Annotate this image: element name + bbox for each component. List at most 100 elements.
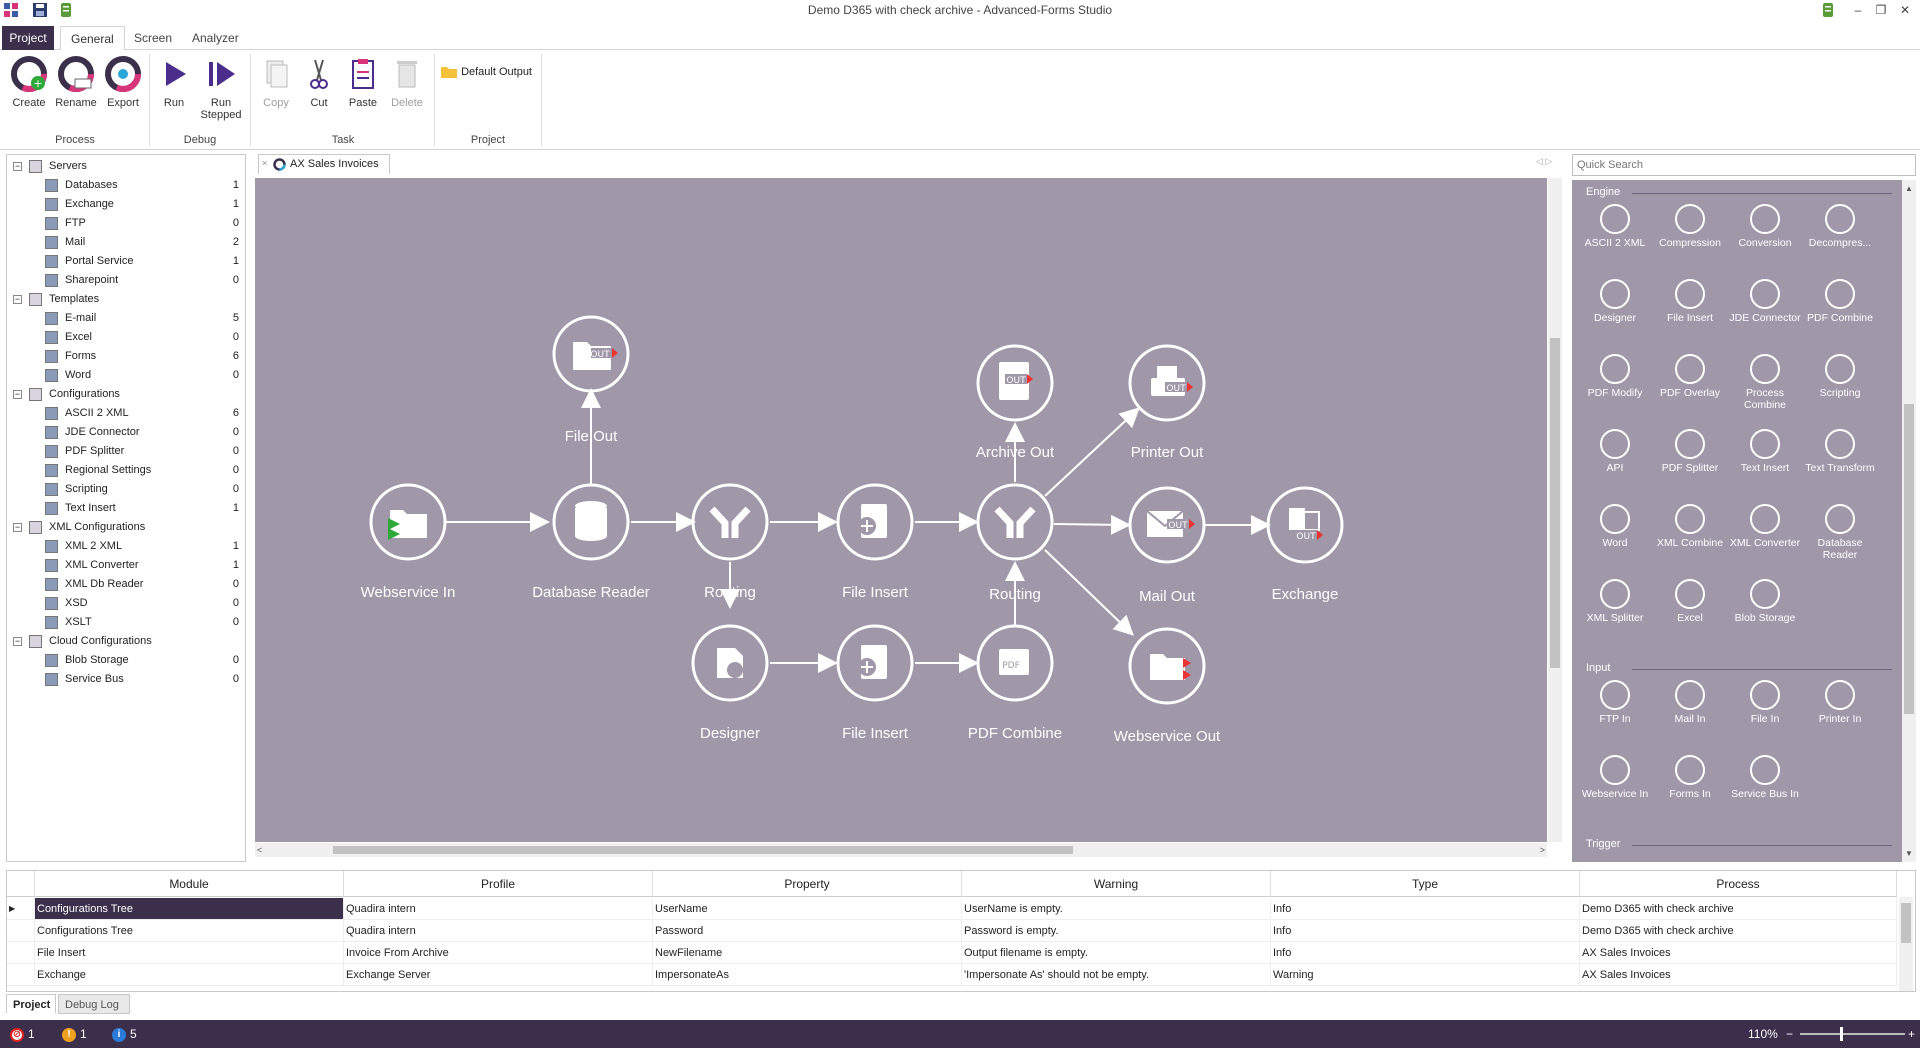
col-warning[interactable]: Warning bbox=[962, 871, 1271, 897]
toolbox-item[interactable]: Blob Storage bbox=[1728, 579, 1802, 624]
paste-button[interactable]: Paste bbox=[340, 56, 386, 109]
canvas-horizontal-scrollbar[interactable]: < > bbox=[255, 843, 1547, 857]
tree-expander-icon[interactable]: − bbox=[13, 295, 22, 304]
zoom-slider-thumb[interactable] bbox=[1840, 1027, 1843, 1041]
node-mail-out[interactable]: Mail Out bbox=[1087, 588, 1247, 605]
tree-item[interactable]: Scripting 0 bbox=[7, 480, 245, 499]
toolbox-item[interactable]: File Insert bbox=[1653, 279, 1727, 324]
row-selector[interactable]: ▶ bbox=[7, 898, 35, 920]
tab-screen[interactable]: Screen bbox=[124, 26, 182, 50]
node-printer-out[interactable]: Printer Out bbox=[1087, 444, 1247, 461]
tree-expander-icon[interactable]: − bbox=[13, 162, 22, 171]
table-cell[interactable]: AX Sales Invoices bbox=[1580, 942, 1897, 964]
tab-debug-log[interactable]: Debug Log bbox=[58, 994, 130, 1014]
toolbox-section-title[interactable]: Engine bbox=[1586, 186, 1620, 198]
table-cell[interactable]: Quadira intern bbox=[344, 920, 653, 942]
col-module[interactable]: Module bbox=[35, 871, 344, 897]
tree-item[interactable]: Regional Settings 0 bbox=[7, 461, 245, 480]
table-row[interactable]: Configurations Tree Quadira intern Passwor… bbox=[7, 920, 1897, 942]
table-cell[interactable]: ImpersonateAs bbox=[653, 964, 962, 986]
col-type[interactable]: Type bbox=[1271, 871, 1580, 897]
table-row[interactable]: File Insert Invoice From Archive NewFilena… bbox=[7, 942, 1897, 964]
document-tab[interactable]: × AX Sales Invoices bbox=[258, 154, 390, 174]
toolbox-item[interactable]: PDF Splitter bbox=[1653, 429, 1727, 474]
toolbox-item[interactable]: Compression bbox=[1653, 204, 1727, 249]
table-cell[interactable]: UserName is empty. bbox=[962, 898, 1271, 920]
table-cell[interactable]: Demo D365 with check archive bbox=[1580, 920, 1897, 942]
tab-project[interactable]: Project bbox=[2, 26, 54, 50]
toolbox-item[interactable]: PDF Overlay bbox=[1653, 354, 1727, 399]
toolbox-item[interactable]: Printer In bbox=[1803, 680, 1877, 725]
toolbox-item[interactable]: JDE Connector bbox=[1728, 279, 1802, 324]
tree-item[interactable]: − Servers bbox=[7, 157, 245, 176]
toolbox-item[interactable]: Decompres... bbox=[1803, 204, 1877, 249]
default-output-button[interactable]: Default Output bbox=[440, 64, 532, 80]
toolbox-item[interactable]: Excel bbox=[1653, 579, 1727, 624]
toolbox-section-title[interactable]: Trigger bbox=[1586, 838, 1620, 850]
zoom-slider[interactable] bbox=[1800, 1027, 1905, 1041]
tree-expander-icon[interactable]: − bbox=[13, 390, 22, 399]
table-cell[interactable]: Configurations Tree bbox=[35, 898, 344, 920]
table-cell[interactable]: Info bbox=[1271, 920, 1580, 942]
row-selector[interactable] bbox=[7, 964, 35, 986]
table-cell[interactable]: Invoice From Archive bbox=[344, 942, 653, 964]
tree-item[interactable]: Service Bus 0 bbox=[7, 670, 245, 689]
table-cell[interactable]: AX Sales Invoices bbox=[1580, 964, 1897, 986]
node-file-insert-1[interactable]: File Insert bbox=[795, 584, 955, 601]
col-property[interactable]: Property bbox=[653, 871, 962, 897]
grid-scrollbar[interactable] bbox=[1899, 897, 1913, 991]
tree-item[interactable]: XML 2 XML 1 bbox=[7, 537, 245, 556]
cut-button[interactable]: Cut bbox=[296, 56, 342, 109]
tree-item[interactable]: ASCII 2 XML 6 bbox=[7, 404, 245, 423]
node-designer[interactable]: Designer bbox=[650, 725, 810, 742]
copy-button[interactable]: Copy bbox=[253, 56, 299, 109]
tree-item[interactable]: Mail 2 bbox=[7, 233, 245, 252]
toolbox-item[interactable]: XML Splitter bbox=[1578, 579, 1652, 624]
tree-item[interactable]: Databases 1 bbox=[7, 176, 245, 195]
tree-item[interactable]: Forms 6 bbox=[7, 347, 245, 366]
col-profile[interactable]: Profile bbox=[344, 871, 653, 897]
toolbox-section-title[interactable]: Input bbox=[1586, 662, 1610, 674]
toolbox-item[interactable]: XML Converter bbox=[1728, 504, 1802, 549]
close-button[interactable]: ✕ bbox=[1894, 2, 1916, 18]
node-routing-1[interactable]: Routing bbox=[650, 584, 810, 601]
tree-item[interactable]: E-mail 5 bbox=[7, 309, 245, 328]
info-count[interactable]: i5 bbox=[112, 1026, 137, 1042]
run-button[interactable]: Run bbox=[151, 56, 197, 109]
tree-item[interactable]: PDF Splitter 0 bbox=[7, 442, 245, 461]
tab-general[interactable]: General bbox=[60, 26, 125, 51]
toolbox-item[interactable]: XML Combine bbox=[1653, 504, 1727, 549]
database-status-icon[interactable] bbox=[1820, 2, 1836, 18]
node-archive-out[interactable]: Archive Out bbox=[935, 444, 1095, 461]
tree-item[interactable]: Excel 0 bbox=[7, 328, 245, 347]
tab-project-bottom[interactable]: Project bbox=[6, 994, 56, 1014]
tree-item[interactable]: − Cloud Configurations bbox=[7, 632, 245, 651]
tree-item[interactable]: XSLT 0 bbox=[7, 613, 245, 632]
tab-scroll-arrows[interactable]: ◁ ▷ bbox=[1536, 156, 1552, 167]
node-routing-2[interactable]: Routing bbox=[935, 586, 1095, 603]
node-pdf-combine[interactable]: PDF Combine bbox=[935, 725, 1095, 742]
tree-item[interactable]: XML Db Reader 0 bbox=[7, 575, 245, 594]
tree-item[interactable]: Word 0 bbox=[7, 366, 245, 385]
toolbox-item[interactable]: Text Insert bbox=[1728, 429, 1802, 474]
tree-item[interactable]: Blob Storage 0 bbox=[7, 651, 245, 670]
close-tab-icon[interactable]: × bbox=[262, 158, 267, 168]
node-webservice-in[interactable]: Webservice In bbox=[328, 584, 488, 601]
tree-item[interactable]: XSD 0 bbox=[7, 594, 245, 613]
toolbox-item[interactable]: PDF Combine bbox=[1803, 279, 1877, 324]
tree-item[interactable]: Sharepoint 0 bbox=[7, 271, 245, 290]
export-button[interactable]: Export bbox=[100, 56, 146, 109]
node-database-reader[interactable]: Database Reader bbox=[511, 584, 671, 601]
table-cell[interactable]: Password is empty. bbox=[962, 920, 1271, 942]
table-row[interactable]: Exchange Exchange Server ImpersonateAs 'Imp… bbox=[7, 964, 1897, 986]
node-webservice-out[interactable]: Webservice Out bbox=[1087, 728, 1247, 745]
table-cell[interactable]: Output filename is empty. bbox=[962, 942, 1271, 964]
delete-button[interactable]: Delete bbox=[384, 56, 430, 109]
toolbox-item[interactable]: ASCII 2 XML bbox=[1578, 204, 1652, 249]
table-cell[interactable]: Password bbox=[653, 920, 962, 942]
row-selector[interactable] bbox=[7, 920, 35, 942]
canvas-vertical-scrollbar[interactable] bbox=[1548, 178, 1562, 842]
table-cell[interactable]: Exchange Server bbox=[344, 964, 653, 986]
toolbox-item[interactable]: API bbox=[1578, 429, 1652, 474]
tree-item[interactable]: − Configurations bbox=[7, 385, 245, 404]
